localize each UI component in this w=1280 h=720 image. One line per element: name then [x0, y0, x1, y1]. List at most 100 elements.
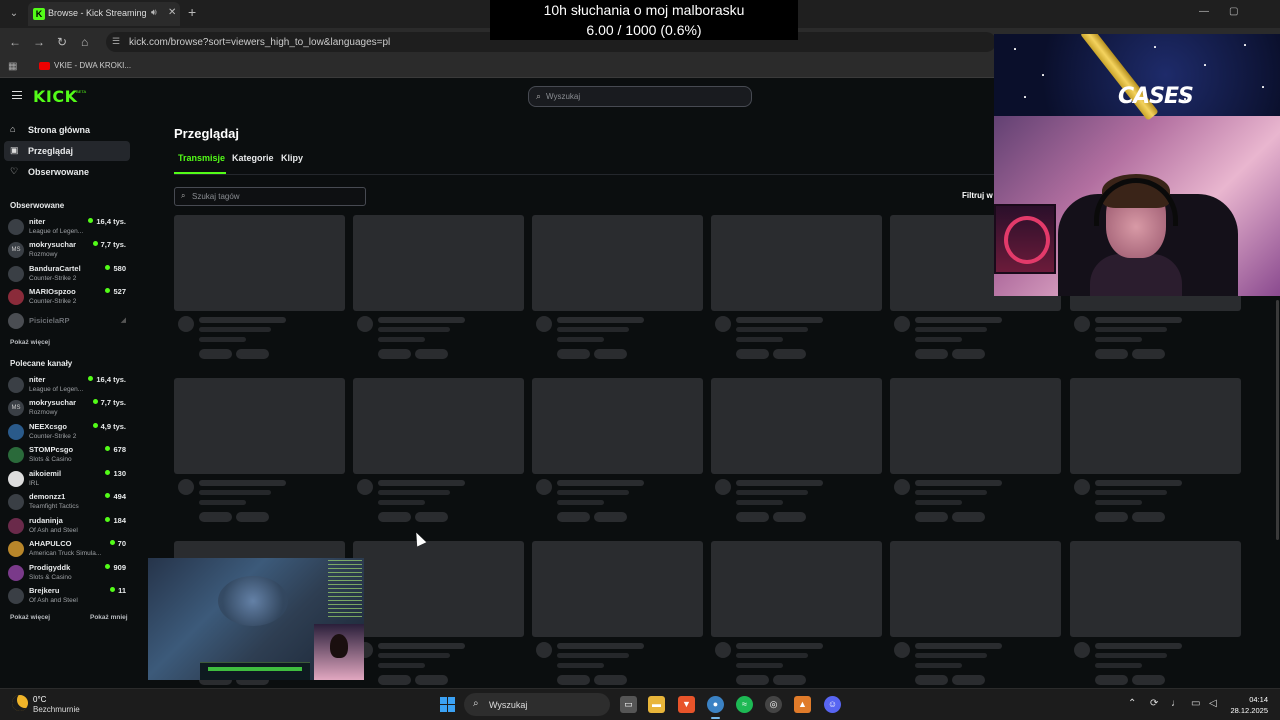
channel-name: demonzz1 [29, 492, 66, 501]
recommended-channel[interactable]: Prodigyddk Slots & Casino 909 [8, 563, 130, 586]
tray-chevron-icon[interactable]: ⌃ [1128, 698, 1136, 709]
show-less-recommended[interactable]: Pokaż mniej [90, 614, 128, 621]
mic-icon[interactable]: ♩ [1171, 698, 1181, 709]
nav-following[interactable]: ♡ Obserwowane [4, 162, 130, 182]
app-icon[interactable]: ▲ [794, 696, 811, 713]
stream-card-skeleton[interactable] [890, 541, 1061, 691]
recommended-channel[interactable]: aikoiemil IRL 130 [8, 469, 130, 492]
recommended-channel[interactable]: niter League of Legen... 16,4 tys. [8, 375, 130, 398]
avatar [8, 494, 24, 510]
show-more-recommended[interactable]: Pokaż więcej [10, 614, 50, 621]
minimize-icon[interactable]: — [1199, 6, 1209, 17]
brave-icon[interactable]: ▼ [678, 696, 695, 713]
recommended-channel[interactable]: AHAPULCO American Truck Simula... 70 [8, 539, 130, 562]
windows-start-icon[interactable] [440, 697, 456, 713]
tab-close-icon[interactable]: ✕ [168, 7, 176, 18]
stream-card-skeleton[interactable] [353, 215, 524, 365]
site-info-icon[interactable]: ☰ [112, 36, 120, 47]
audio-playing-icon[interactable]: 🔊︎ [151, 7, 157, 18]
thumbnail-placeholder [353, 541, 524, 637]
sync-icon[interactable]: ⟳ [1150, 698, 1158, 709]
recommended-channel[interactable]: rudaninja Of Ash and Steel 184 [8, 516, 130, 539]
clock-time[interactable]: 04:14 [1238, 695, 1268, 704]
followed-channel[interactable]: MS mokrysuchar Rozmowy 7,7 tys. [8, 240, 130, 263]
recommended-channel[interactable]: demonzz1 Teamfight Tactics 494 [8, 492, 130, 515]
avatar [8, 518, 24, 534]
category-placeholder [915, 337, 962, 342]
filter-button[interactable]: Filtruj w [962, 191, 993, 200]
stream-card-skeleton[interactable] [532, 541, 703, 691]
spotify-icon[interactable]: ≈ [736, 696, 753, 713]
stream-card-skeleton[interactable] [890, 378, 1061, 528]
nav-browse[interactable]: ▣ Przeglądaj [4, 141, 130, 161]
channel-category: League of Legen... [29, 386, 84, 393]
stream-card-skeleton[interactable] [532, 215, 703, 365]
tab-streams[interactable]: Transmisje [178, 153, 225, 163]
tab-clips[interactable]: Klipy [281, 153, 303, 163]
home-browser-icon[interactable]: ⌂ [81, 35, 88, 49]
kick-logo[interactable]: KICK [33, 87, 78, 106]
channel-name: STOMPcsgo [29, 445, 74, 454]
channel-placeholder [736, 490, 808, 495]
stream-card-skeleton[interactable] [711, 541, 882, 691]
discord-icon[interactable]: ☺ [824, 696, 841, 713]
back-icon[interactable]: ← [9, 35, 21, 49]
recommended-channel[interactable]: MS mokrysuchar Rozmowy 7,7 tys. [8, 398, 130, 421]
task-view-icon[interactable]: ▭ [620, 696, 637, 713]
title-placeholder [736, 480, 823, 486]
channel-category: Counter-Strike 2 [29, 298, 77, 305]
offline-channel[interactable]: PisicielaRP ◢ [8, 311, 130, 334]
stream-card-skeleton[interactable] [711, 378, 882, 528]
cases-text: CASES [1118, 84, 1194, 109]
forward-icon[interactable]: → [33, 35, 45, 49]
restore-icon[interactable]: ▢ [1229, 6, 1238, 17]
clock-date[interactable]: 28.12.2025 [1226, 706, 1268, 715]
avatar-placeholder [357, 479, 373, 495]
recommended-channel[interactable]: Brejkeru Of Ash and Steel 11 [8, 586, 130, 609]
recommended-channel[interactable]: NEEXcsgo Counter-Strike 2 4,9 tys. [8, 422, 130, 445]
avatar-placeholder [178, 316, 194, 332]
new-tab-icon[interactable]: + [188, 5, 196, 19]
network-icon[interactable]: ▭ [1191, 698, 1200, 709]
channel-placeholder [1095, 653, 1167, 658]
taskbar-search[interactable]: ⌕ Wyszukaj [464, 693, 610, 716]
stream-card-skeleton[interactable] [353, 541, 524, 691]
browser-tab[interactable]: K Browse - Kick Streaming 🔊︎ ✕ [28, 2, 180, 26]
channel-placeholder [378, 327, 450, 332]
tab-categories[interactable]: Kategorie [232, 153, 274, 163]
stream-card-skeleton[interactable] [1070, 541, 1241, 691]
stream-card-skeleton[interactable] [174, 378, 345, 528]
followed-channel[interactable]: MARIOspzoo Counter-Strike 2 527 [8, 287, 130, 310]
nav-browse-label: Przeglądaj [28, 146, 74, 156]
reload-icon[interactable]: ↻ [57, 35, 67, 49]
stream-card-skeleton[interactable] [174, 215, 345, 365]
search-input[interactable]: ⌕ Wyszukaj [528, 86, 752, 107]
file-explorer-icon[interactable]: ▬ [648, 696, 665, 713]
stream-card-skeleton[interactable] [532, 378, 703, 528]
recommended-channel[interactable]: STOMPcsgo Slots & Casino 678 [8, 445, 130, 468]
game-chat [328, 560, 362, 620]
nav-home[interactable]: ⌂ Strona główna [4, 120, 130, 140]
show-more-followed[interactable]: Pokaż więcej [10, 339, 50, 346]
menu-icon[interactable] [12, 91, 22, 99]
followed-channel[interactable]: niter League of Legen... 16,4 tys. [8, 217, 130, 240]
moon-icon[interactable] [12, 695, 28, 711]
chrome-icon[interactable]: ● [707, 696, 724, 719]
stream-card-skeleton[interactable] [1070, 378, 1241, 528]
heart-icon: ♡ [10, 166, 19, 176]
stream-card-skeleton[interactable] [353, 378, 524, 528]
apps-grid-icon[interactable]: ▦ [8, 61, 17, 72]
title-placeholder [1095, 317, 1182, 323]
scrollbar-thumb[interactable] [1276, 300, 1279, 540]
avatar [8, 266, 24, 282]
stream-card-skeleton[interactable] [711, 215, 882, 365]
channel-name: NEEXcsgo [29, 422, 67, 431]
tag-search-input[interactable]: ⌕ Szukaj tagów [174, 187, 366, 206]
steam-icon[interactable]: ◎ [765, 696, 782, 713]
bookmark-item[interactable]: VKIE - DWA KROKI... [54, 61, 131, 70]
search-icon: ⌕ [181, 191, 186, 200]
followed-channel[interactable]: BanduraCartel Counter-Strike 2 580 [8, 264, 130, 287]
tab-search-icon[interactable]: ⌄ [6, 6, 22, 22]
avatar-placeholder [715, 316, 731, 332]
volume-icon[interactable]: ◁ [1209, 698, 1217, 709]
